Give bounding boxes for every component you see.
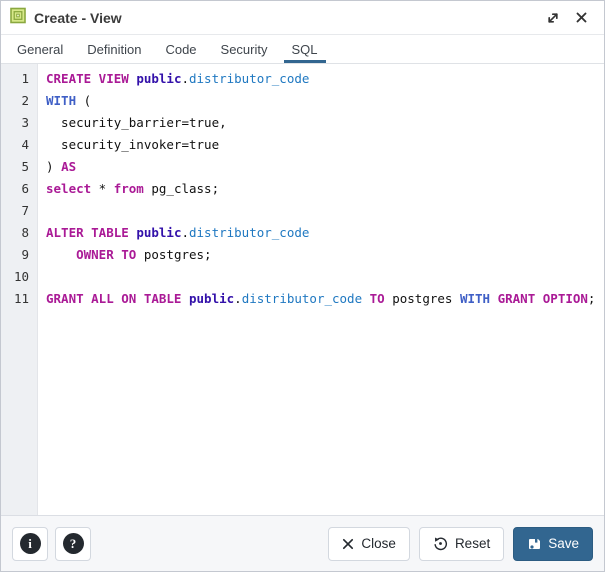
token-kw: from	[113, 181, 144, 196]
line-number: 4	[21, 137, 29, 152]
code-line[interactable]: CREATE VIEW public.distributor_code	[46, 68, 604, 90]
dialog-tabbar: General Definition Code Security SQL	[1, 35, 604, 64]
token-kw: GRANT OPTION	[497, 291, 588, 306]
dialog-footer: i ? Close Reset Save	[1, 515, 604, 571]
gutter: 1 2 3 4 5 6 7 8 9 10 11	[1, 64, 38, 515]
reset-button-label: Reset	[454, 536, 491, 551]
token-pl: security_barrier=true,	[46, 115, 227, 130]
token-kw: TO	[369, 291, 385, 306]
token-pl: postgres;	[136, 247, 212, 262]
token-kw: ALTER TABLE	[46, 225, 137, 240]
code-line[interactable]: security_barrier=true,	[46, 112, 604, 134]
code-line[interactable]: OWNER TO postgres;	[46, 244, 604, 266]
token-kw2: WITH	[459, 291, 491, 306]
code-line[interactable]: GRANT ALL ON TABLE public.distributor_co…	[46, 288, 604, 310]
reset-icon	[433, 536, 448, 551]
close-icon[interactable]	[570, 7, 592, 29]
close-button[interactable]: Close	[328, 526, 410, 561]
footer-left: i ?	[12, 526, 91, 561]
line-number: 5	[21, 159, 29, 174]
token-kw: AS	[61, 159, 77, 174]
token-pl: *	[91, 181, 114, 196]
token-kw2: WITH	[46, 93, 77, 108]
code-line[interactable]	[46, 266, 604, 288]
token-name: distributor_code	[189, 225, 310, 240]
info-button[interactable]: i	[12, 526, 48, 561]
line-number: 10	[13, 269, 29, 284]
token-pl: ;	[587, 291, 596, 306]
tab-code[interactable]: Code	[157, 35, 204, 63]
code-line[interactable]: ALTER TABLE public.distributor_code	[46, 222, 604, 244]
footer-right: Close Reset Save	[328, 526, 593, 561]
token-pl: .	[181, 71, 189, 86]
save-button-label: Save	[548, 536, 579, 551]
tab-definition[interactable]: Definition	[79, 35, 149, 63]
code-lines[interactable]: CREATE VIEW public.distributor_code WITH …	[38, 64, 604, 515]
line-number: 11	[13, 291, 29, 306]
line-number: 3	[21, 115, 29, 130]
line-number: 8	[21, 225, 29, 240]
token-pl: postgres	[384, 291, 460, 306]
line-number: 9	[21, 247, 29, 262]
token-obj: public	[136, 225, 182, 240]
tab-sql[interactable]: SQL	[283, 35, 326, 63]
dialog-titlebar: Create - View	[1, 1, 604, 35]
help-icon: ?	[62, 533, 84, 554]
token-name: distributor_code	[189, 71, 310, 86]
token-pl: pg_class;	[143, 181, 220, 196]
token-pl: .	[181, 225, 189, 240]
create-view-dialog: Create - View General Definition Code Se…	[0, 0, 605, 572]
tab-security[interactable]: Security	[213, 35, 276, 63]
token-kw: OWNER TO	[76, 247, 137, 262]
token-kw: CREATE VIEW	[46, 71, 137, 86]
resize-icon[interactable]	[542, 7, 564, 29]
line-number: 6	[21, 181, 29, 196]
token-obj: public	[136, 71, 182, 86]
token-kw: select	[46, 181, 92, 196]
line-number: 2	[21, 93, 29, 108]
tab-general[interactable]: General	[9, 35, 71, 63]
sql-editor[interactable]: 1 2 3 4 5 6 7 8 9 10 11 CREATE VIEW public.distrib…	[1, 64, 604, 515]
code-line[interactable]	[46, 200, 604, 222]
dialog-title: Create - View	[34, 9, 122, 26]
token-pl: security_invoker=true	[46, 137, 220, 152]
code-line[interactable]: WITH (	[46, 90, 604, 112]
code-line[interactable]: select * from pg_class;	[46, 178, 604, 200]
reset-button[interactable]: Reset	[418, 526, 505, 561]
line-number: 1	[21, 71, 29, 86]
token-obj: public	[189, 291, 235, 306]
view-icon	[10, 7, 27, 29]
code-line[interactable]: security_invoker=true	[46, 134, 604, 156]
save-icon	[527, 537, 541, 551]
token-kw: GRANT ALL ON TABLE	[46, 291, 189, 306]
help-button[interactable]: ?	[55, 526, 91, 561]
save-button[interactable]: Save	[513, 526, 593, 561]
line-number: 7	[21, 203, 29, 218]
info-icon: i	[19, 533, 41, 554]
token-pl: )	[46, 159, 62, 174]
token-name: distributor_code	[241, 291, 363, 306]
close-button-label: Close	[361, 536, 396, 551]
token-pl: (	[76, 93, 92, 108]
x-icon	[342, 538, 354, 550]
token-pl: .	[234, 291, 242, 306]
code-line[interactable]: ) AS	[46, 156, 604, 178]
